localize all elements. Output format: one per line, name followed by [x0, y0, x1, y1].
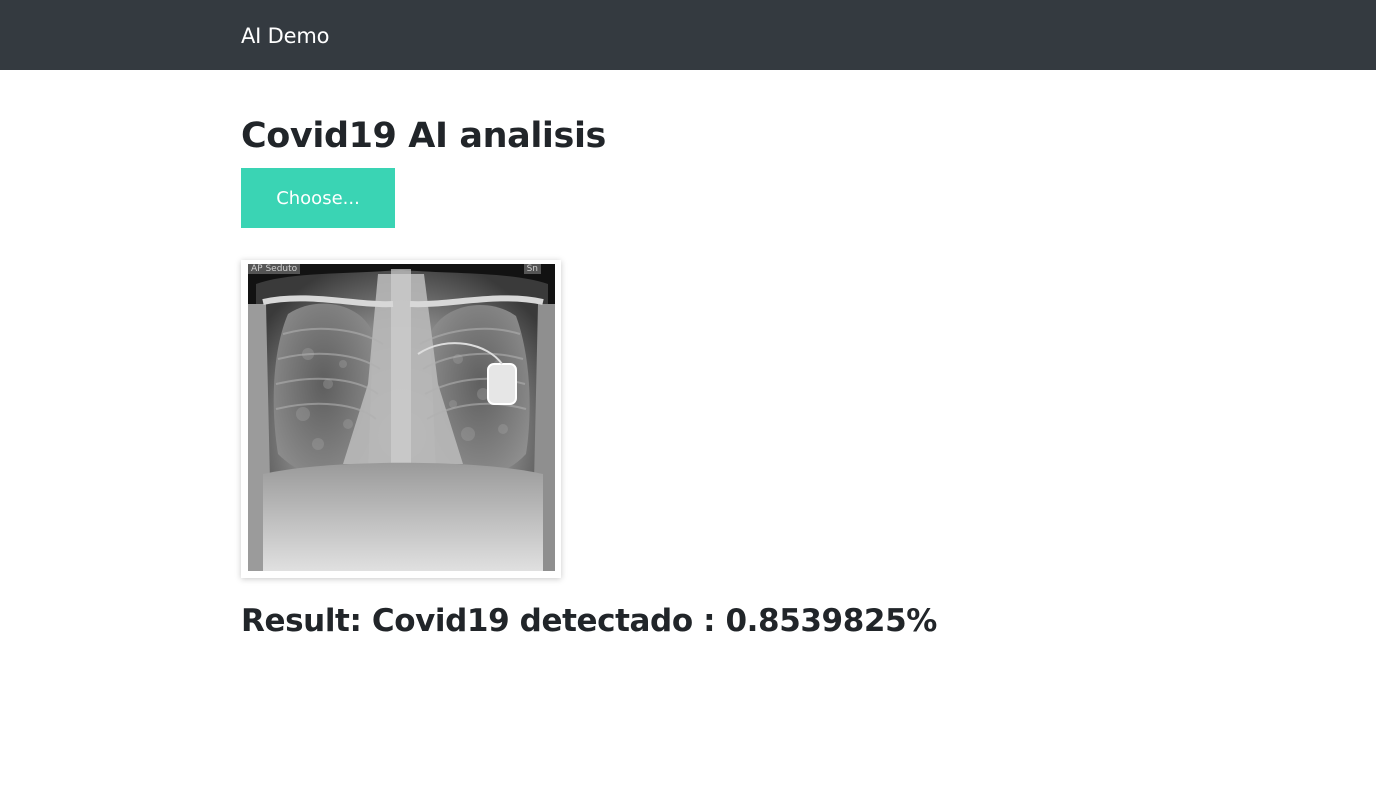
top-navbar: AI Demo [0, 0, 1376, 70]
xray-image: AP Seduto Sn [248, 264, 555, 571]
page-title: Covid19 AI analisis [241, 116, 606, 156]
xray-side-label: Sn [523, 264, 541, 274]
chest-xray-graphic [248, 264, 555, 571]
image-preview-card: AP Seduto Sn [241, 260, 561, 578]
choose-file-button[interactable]: Choose... [241, 168, 395, 228]
xray-view-label: AP Seduto [248, 264, 301, 274]
result-text: Result: Covid19 detectado : 0.8539825% [241, 603, 937, 639]
brand-link[interactable]: AI Demo [241, 21, 329, 51]
